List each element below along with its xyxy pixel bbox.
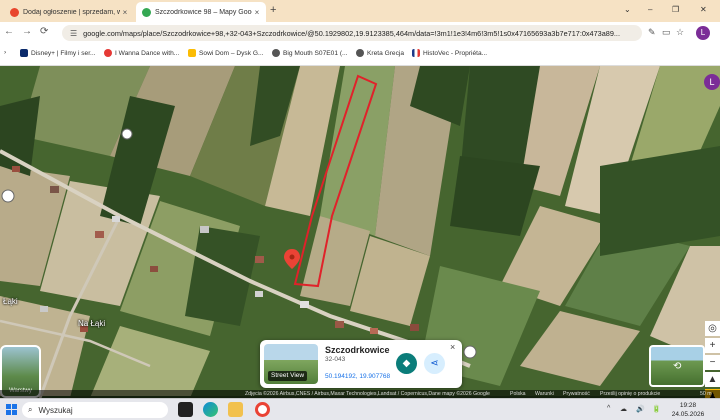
cda-favicon-icon (104, 49, 112, 57)
bookmark-label: HistoVec - Propriéta... (423, 49, 488, 57)
tab-search-icon[interactable]: ⌄ (624, 5, 631, 14)
tab-close-icon[interactable]: × (252, 8, 262, 17)
task-view-icon[interactable] (178, 402, 193, 417)
tray-overflow-icon[interactable]: ^ (607, 405, 610, 412)
bookmark-label: Kreta Grecja (367, 49, 405, 57)
bookmark-label: Disney+ | Filmy i ser... (31, 49, 96, 57)
onedrive-icon[interactable]: ☁ (620, 405, 627, 413)
satellite-map[interactable]: L Łąki Na Łąki Warstwy Street View Szczo… (0, 66, 720, 398)
cast-icon[interactable]: ▭ (662, 27, 671, 38)
place-info-card[interactable]: Street View Szczodrkowice 32-043 50.1941… (260, 340, 462, 388)
map-footer: Zdjęcia ©2026 Airbus,CNES / Airbus,Maxar… (0, 390, 720, 398)
navigation-bar: ← → ⟳ ☰ google.com/maps/place/Szczodrkow… (0, 22, 720, 44)
close-card-button[interactable]: × (450, 342, 455, 352)
windows-taskbar: ⌕ Wyszukaj ^ ☁ 🔊 🔋 19:28 24.05.2026 (0, 398, 720, 420)
tab-title: Szczodrkowice 98 – Mapy Goog... (155, 8, 252, 16)
share-icon[interactable]: ⋖ (424, 353, 445, 374)
bookmark-star-icon[interactable]: ☆ (676, 27, 684, 38)
street-view-rotate-icon: ⟲ (673, 361, 682, 372)
globe-favicon-icon (272, 49, 280, 57)
taskbar-search[interactable]: ⌕ Wyszukaj (22, 402, 168, 418)
reload-button[interactable]: ⟳ (40, 26, 48, 37)
profile-avatar[interactable]: L (696, 26, 710, 40)
footer-link-terms[interactable]: Warunki (535, 390, 554, 398)
bookmark-label: I Wanna Dance with... (115, 49, 180, 57)
extensions-icon[interactable]: ✎ (648, 27, 656, 38)
footer-link-privacy[interactable]: Prywatność (563, 390, 590, 398)
bookmarks-apps-icon[interactable]: › (4, 49, 6, 56)
globe-favicon-icon (356, 49, 364, 57)
bookmark-label: Big Mouth S07E01 (... (283, 49, 348, 57)
map-profile-avatar[interactable]: L (704, 74, 720, 90)
bookmark-label: Sowi Dom – Dysk G... (199, 49, 264, 57)
bookmark-drive[interactable]: Sowi Dom – Dysk G... (188, 49, 264, 57)
chrome-icon[interactable] (255, 402, 270, 417)
search-icon: ⌕ (28, 405, 33, 414)
clock-date: 24.05.2026 (671, 411, 705, 418)
address-bar[interactable]: ☰ google.com/maps/place/Szczodrkowice+98… (62, 25, 642, 41)
map-controls: ◎ + − ▲ ♟ (705, 321, 720, 398)
street-view-thumbnail[interactable]: Street View (264, 344, 318, 384)
street-view-label[interactable]: Street View (268, 371, 308, 381)
street-view-preview[interactable]: ⟲ (649, 345, 705, 387)
tab-title: Dodaj ogłoszenie | sprzedam, w... (23, 8, 120, 16)
tab-close-icon[interactable]: × (120, 8, 130, 17)
zoom-out-button[interactable]: − (705, 355, 720, 370)
volume-icon[interactable]: 🔊 (636, 405, 645, 413)
footer-link-feedback[interactable]: Prześlij opinię o produkcie (600, 390, 660, 398)
tab-favicon-icon (10, 7, 19, 17)
bookmark-bigmouth[interactable]: Big Mouth S07E01 (... (272, 49, 348, 57)
tab-strip: Dodaj ogłoszenie | sprzedam, w... × Szcz… (0, 0, 720, 22)
clock-time: 19:28 (679, 402, 697, 409)
place-label: Na Łąki (78, 319, 106, 328)
footer-link-country[interactable]: Polska (510, 390, 526, 398)
address-url[interactable]: google.com/maps/place/Szczodrkowice+98,+… (83, 29, 642, 38)
edge-icon[interactable] (203, 402, 218, 417)
directions-icon[interactable]: ◆ (396, 353, 417, 374)
close-window-button[interactable]: ✕ (700, 5, 707, 14)
new-tab-button[interactable]: + (270, 4, 276, 16)
place-name: Szczodrkowice (325, 345, 390, 355)
tab-maps[interactable]: Szczodrkowice 98 – Mapy Goog... × (136, 2, 266, 22)
scale-label[interactable]: 50 m (700, 390, 712, 398)
clock[interactable]: 19:28 24.05.2026 (668, 401, 708, 419)
bookmarks-bar: › Disney+ | Filmy i ser... I Wanna Dance… (0, 44, 720, 66)
zoom-in-button[interactable]: + (705, 338, 720, 353)
minimize-button[interactable]: – (648, 5, 652, 14)
tab-ad[interactable]: Dodaj ogłoszenie | sprzedam, w... × (4, 2, 134, 22)
bookmark-dance[interactable]: I Wanna Dance with... (104, 49, 179, 57)
bookmark-kreta[interactable]: Kreta Grecja (356, 49, 404, 57)
coordinates-link[interactable]: 50.194192, 19.907768 (325, 373, 390, 380)
start-button[interactable] (6, 404, 17, 415)
search-placeholder: Wyszukaj (38, 405, 73, 415)
battery-icon[interactable]: 🔋 (652, 405, 661, 413)
my-location-button[interactable]: ◎ (705, 321, 720, 336)
file-explorer-icon[interactable] (228, 402, 243, 417)
attribution-text: Zdjęcia ©2026 Airbus,CNES / Airbus,Maxar… (245, 391, 490, 397)
maps-favicon-icon (142, 7, 151, 17)
bookmark-disney[interactable]: Disney+ | Filmy i ser... (20, 49, 96, 57)
compass-button[interactable]: ▲ (705, 372, 720, 387)
back-button[interactable]: ← (4, 26, 14, 37)
forward-button[interactable]: → (22, 26, 32, 37)
site-info-icon[interactable]: ☰ (70, 29, 77, 38)
postal-code: 32-043 (325, 356, 346, 363)
place-label: Łąki (3, 297, 18, 306)
france-flag-icon (412, 49, 420, 57)
disney-favicon-icon (20, 49, 28, 57)
maximize-button[interactable]: ❐ (672, 5, 679, 14)
drive-favicon-icon (188, 49, 196, 57)
bookmark-histovec[interactable]: HistoVec - Propriéta... (412, 49, 487, 57)
